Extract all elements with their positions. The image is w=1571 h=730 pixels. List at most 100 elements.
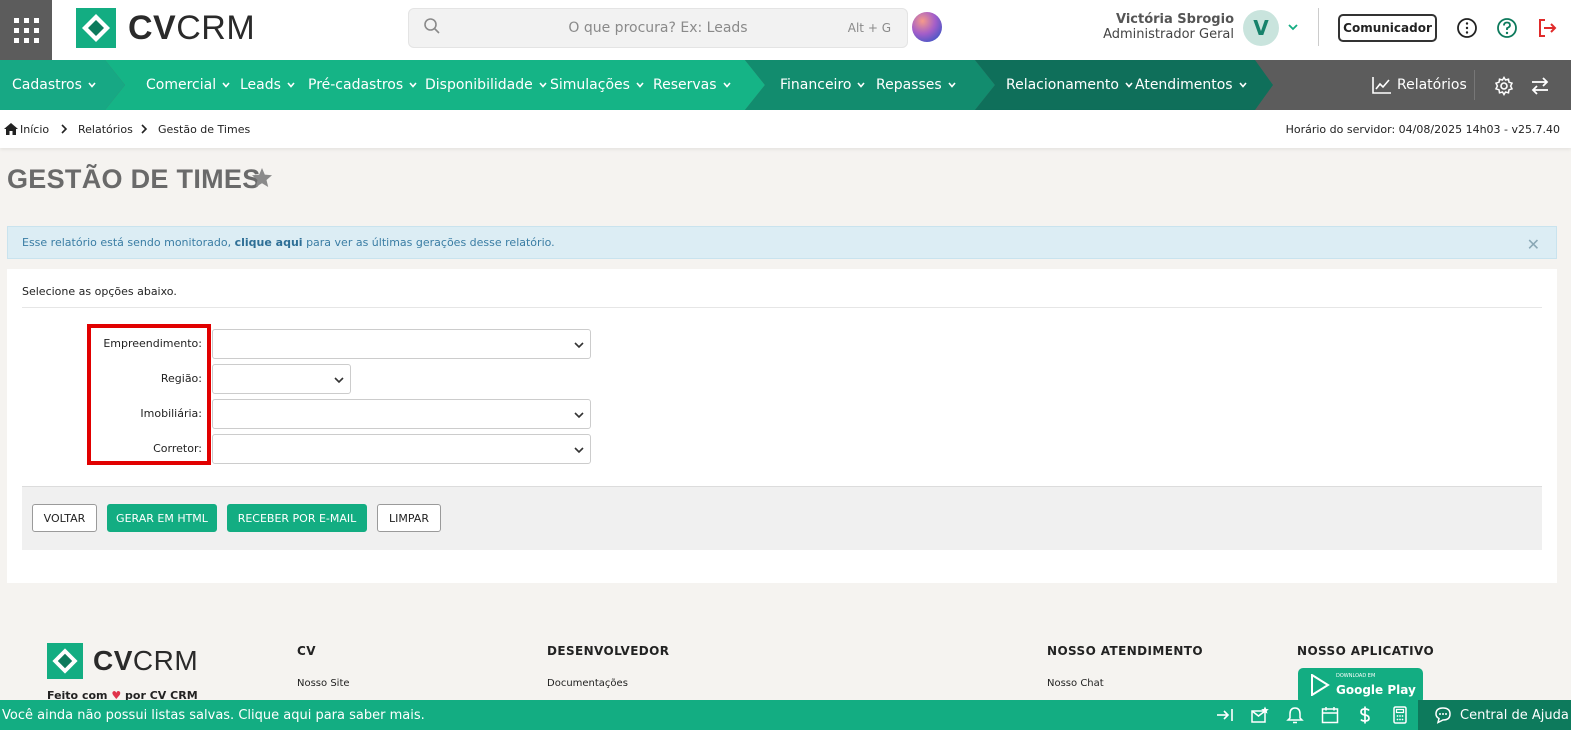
close-icon[interactable]: ✕ xyxy=(1527,235,1540,254)
nav-simulacoes[interactable]: Simulações xyxy=(550,60,645,110)
chevron-right-icon xyxy=(61,124,68,134)
footer-col-title: NOSSO APLICATIVO xyxy=(1297,644,1435,658)
nav-relacionamento[interactable]: Relacionamento xyxy=(1006,60,1134,110)
nav-comercial[interactable]: Comercial xyxy=(146,60,231,110)
chart-line-icon xyxy=(1372,77,1391,94)
chevron-down-icon xyxy=(574,412,584,419)
top-bar: CVCRM O que procura? Ex: Leads Alt + G V… xyxy=(0,0,1571,60)
bell-icon[interactable] xyxy=(1286,706,1304,724)
home-icon[interactable] xyxy=(4,123,18,135)
receive-email-button[interactable]: RECEBER POR E-MAIL xyxy=(227,504,367,532)
chevron-down-icon xyxy=(88,82,96,88)
bottom-bar: Você ainda não possui listas salvas. Cli… xyxy=(0,700,1571,730)
search-shortcut: Alt + G xyxy=(847,21,891,35)
footer-col-title: CV xyxy=(297,644,316,658)
chevron-down-icon xyxy=(222,82,230,88)
page-title: GESTÃO DE TIMES xyxy=(7,164,261,194)
chevron-down-icon xyxy=(409,82,417,88)
search-placeholder: O que procura? Ex: Leads xyxy=(568,20,748,36)
nav-leads[interactable]: Leads xyxy=(240,60,296,110)
chevron-down-icon xyxy=(948,82,956,88)
nav-disponibilidade[interactable]: Disponibilidade xyxy=(425,60,548,110)
nav-financeiro[interactable]: Financeiro xyxy=(780,60,866,110)
mail-star-icon[interactable] xyxy=(1251,706,1269,724)
chevron-down-icon xyxy=(574,447,584,454)
user-role: Administrador Geral xyxy=(1103,27,1234,42)
breadcrumb-current: Gestão de Times xyxy=(158,123,251,136)
corretor-select[interactable] xyxy=(212,434,591,464)
divider xyxy=(22,307,1542,308)
server-time: Horário do servidor: 04/08/2025 14h03 - … xyxy=(1285,123,1560,136)
footer-link-chat[interactable]: Nosso Chat xyxy=(1047,678,1104,689)
user-info[interactable]: Victória Sbrogio Administrador Geral xyxy=(1090,12,1234,42)
dollar-icon[interactable] xyxy=(1356,706,1374,724)
collapse-right-icon[interactable] xyxy=(1216,706,1234,724)
swap-icon[interactable] xyxy=(1530,76,1550,96)
empreendimento-select[interactable] xyxy=(212,329,591,359)
chevron-right-icon xyxy=(141,124,148,134)
clear-button[interactable]: LIMPAR xyxy=(377,504,441,532)
brand-logo[interactable]: CVCRM xyxy=(76,8,255,48)
avatar[interactable]: V xyxy=(1243,10,1279,46)
nav-atendimentos[interactable]: Atendimentos xyxy=(1135,60,1248,110)
comunicador-button[interactable]: Comunicador xyxy=(1338,14,1437,42)
regiao-select[interactable] xyxy=(212,364,351,394)
alert-link[interactable]: clique aqui xyxy=(235,236,303,249)
chevron-down-icon xyxy=(1125,82,1133,88)
saved-lists-message[interactable]: Você ainda não possui listas salvas. Cli… xyxy=(2,708,425,723)
help-center-button[interactable]: Central de Ajuda xyxy=(1418,700,1571,730)
breadcrumb-home[interactable]: Início xyxy=(20,123,49,136)
footer-link-docs[interactable]: Documentações xyxy=(547,678,628,689)
info-icon[interactable] xyxy=(1456,17,1478,39)
brand-logo-mark xyxy=(76,8,116,48)
gear-icon[interactable] xyxy=(1494,76,1514,96)
nav-repasses[interactable]: Repasses xyxy=(876,60,957,110)
help-icon[interactable] xyxy=(1496,17,1518,39)
footer-col-title: NOSSO ATENDIMENTO xyxy=(1047,644,1203,658)
main-nav: Cadastros Comercial Leads Pré-cadastros … xyxy=(0,60,1571,110)
chevron-down-icon xyxy=(636,82,644,88)
imobiliaria-select[interactable] xyxy=(212,399,591,429)
chevron-down-icon xyxy=(574,342,584,349)
brand-logo-mark xyxy=(47,643,83,679)
report-form-panel: Selecione as opções abaixo. Empreendimen… xyxy=(7,269,1557,583)
calculator-icon[interactable] xyxy=(1391,706,1409,724)
nav-cadastros[interactable]: Cadastros xyxy=(12,60,97,110)
chevron-down-icon xyxy=(722,82,731,88)
form-actions: VOLTAR GERAR EM HTML RECEBER POR E-MAIL … xyxy=(22,486,1542,550)
nav-divider xyxy=(1474,70,1475,100)
breadcrumb: Início Relatórios Gestão de Times Horári… xyxy=(0,110,1571,148)
back-button[interactable]: VOLTAR xyxy=(32,504,97,532)
footer-col-title: DESENVOLVEDOR xyxy=(547,644,670,658)
calendar-icon[interactable] xyxy=(1321,706,1339,724)
monitor-alert: Esse relatório está sendo monitorado, cl… xyxy=(7,226,1557,259)
chevron-down-icon[interactable] xyxy=(1287,21,1299,33)
apps-grid-icon[interactable] xyxy=(0,0,52,60)
logout-icon[interactable] xyxy=(1536,17,1558,39)
chevron-down-icon xyxy=(287,82,295,88)
nav-relatorios[interactable]: Relatórios xyxy=(1372,60,1467,110)
global-search[interactable]: O que procura? Ex: Leads Alt + G xyxy=(408,8,908,48)
divider xyxy=(1318,8,1319,46)
form-intro: Selecione as opções abaixo. xyxy=(22,285,177,298)
footer-logo[interactable]: CVCRM xyxy=(47,643,198,679)
breadcrumb-reports[interactable]: Relatórios xyxy=(78,123,133,136)
nav-pre-cadastros[interactable]: Pré-cadastros xyxy=(308,60,418,110)
chevron-down-icon xyxy=(857,82,866,88)
alert-message: Esse relatório está sendo monitorado, cl… xyxy=(22,236,555,249)
highlight-box xyxy=(87,324,211,465)
brand-wordmark: CVCRM xyxy=(93,645,199,676)
chevron-down-icon xyxy=(1238,82,1247,88)
footer-link-site[interactable]: Nosso Site xyxy=(297,678,350,689)
ai-assistant-orb-icon[interactable] xyxy=(912,12,942,42)
google-play-badge[interactable]: DOWNLOAD EM Google Play xyxy=(1298,668,1423,704)
help-center-label: Central de Ajuda xyxy=(1460,707,1569,723)
nav-reservas[interactable]: Reservas xyxy=(653,60,732,110)
chevron-down-icon xyxy=(334,377,344,384)
user-name: Victória Sbrogio xyxy=(1115,12,1234,27)
play-store-icon xyxy=(1311,674,1330,696)
chat-bubble-icon xyxy=(1435,707,1451,724)
chevron-down-icon xyxy=(539,82,547,88)
favorite-star-icon[interactable] xyxy=(251,167,273,189)
generate-html-button[interactable]: GERAR EM HTML xyxy=(107,504,217,532)
